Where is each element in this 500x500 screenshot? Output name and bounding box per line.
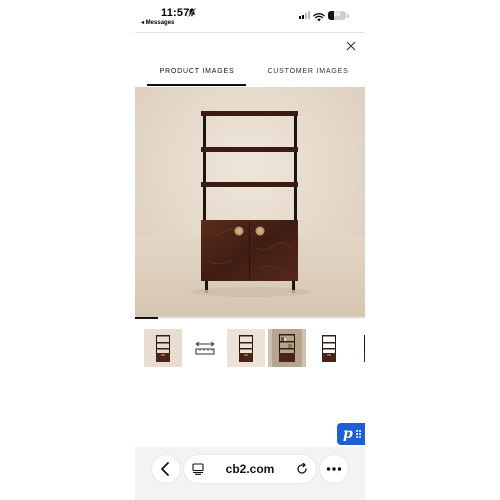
cellular-signal-icon [299,11,311,19]
bookcase-thumbnail-icon [352,329,365,367]
thumbnail-6[interactable] [352,329,365,367]
p-button-label: p [343,426,353,442]
status-bar: 11:57 ◂ Messages 35 [135,0,365,30]
thumbnail-3[interactable] [227,329,265,367]
active-tab-indicator [147,84,246,86]
thumbnail-5[interactable] [310,329,348,367]
thumbnail-4[interactable] [268,329,306,367]
thumbnail-strip[interactable] [144,329,365,373]
bookcase-thumbnail-icon [227,329,265,367]
tab-customer-images[interactable]: CUSTOMER IMAGES [253,62,363,86]
gallery-progress-fill [135,317,158,319]
close-icon [346,41,356,51]
tab-product-images[interactable]: PRODUCT IMAGES [147,62,247,86]
pinterest-save-button[interactable]: p [337,423,365,445]
bookcase-thumbnail-icon [310,329,348,367]
browser-toolbar: cb2.com [135,447,365,500]
bookcase-image [135,87,365,317]
battery-tip [347,13,349,18]
grid-dots-icon [356,430,362,438]
more-icon [326,467,342,471]
back-to-messages-link[interactable]: ◂ Messages [141,19,174,26]
battery-percent: 35 [333,12,341,18]
image-tabs: PRODUCT IMAGES CUSTOMER IMAGES [135,62,365,86]
status-time: 11:57 [161,7,190,19]
phone-screen: 11:57 ◂ Messages 35 PRODUCT IMAGES CUSTO… [135,0,365,500]
close-button[interactable] [343,38,359,54]
bell-icon [187,8,197,19]
dimensions-icon [195,341,215,355]
back-icon [161,462,169,476]
reload-icon [297,463,307,474]
main-product-image[interactable] [135,87,365,317]
bookcase-thumbnail-icon [144,329,182,367]
thumbnail-1[interactable] [144,329,182,367]
gallery-progress [135,317,365,319]
battery-icon: 35 [328,11,346,20]
bookcase-styled-thumbnail-icon [268,329,306,367]
address-bar[interactable]: cb2.com [184,455,316,483]
back-button[interactable] [152,455,180,483]
wifi-icon [313,9,325,22]
header-divider [135,32,365,33]
thumbnail-2[interactable] [186,329,224,367]
more-button[interactable] [320,455,348,483]
